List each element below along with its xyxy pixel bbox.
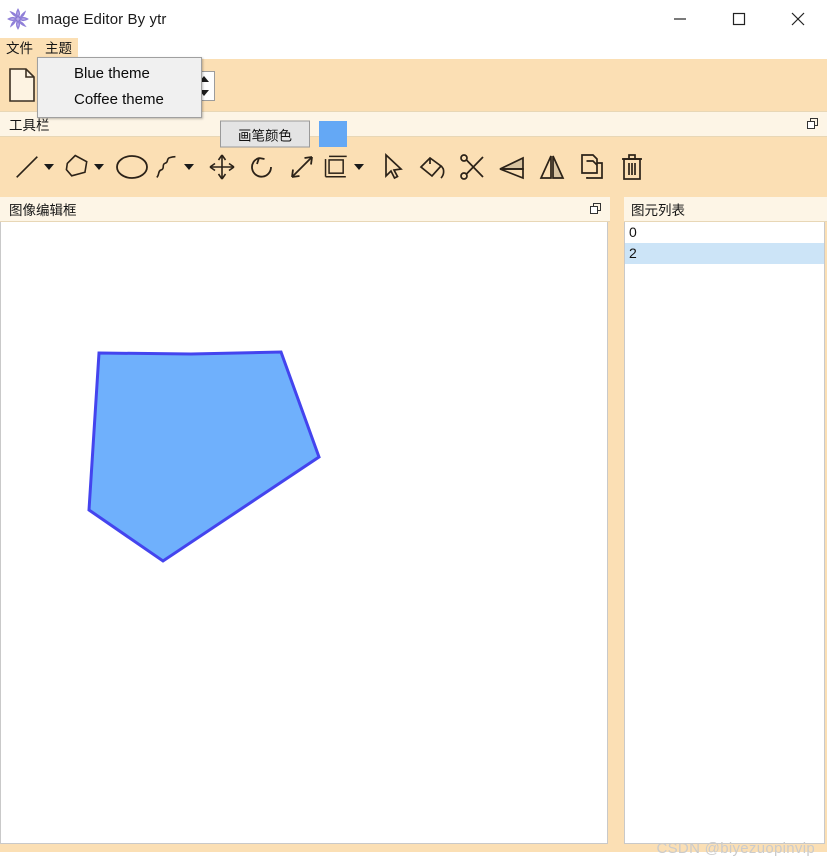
image-editor-title: 图像编辑框 — [9, 203, 77, 218]
menu-item-coffee-theme[interactable]: Coffee theme — [38, 87, 201, 113]
csdn-watermark: CSDN @biyezuopinvip — [656, 840, 815, 857]
polygon-tool-icon[interactable] — [62, 146, 92, 188]
title-bar: Image Editor By ytr — [0, 0, 827, 38]
list-item[interactable]: 0 — [625, 222, 824, 243]
primitive-listbox[interactable]: 0 2 — [624, 222, 825, 844]
move-tool-icon[interactable] — [202, 146, 242, 188]
polygon-shape — [87, 350, 321, 563]
fill-bucket-icon[interactable] — [412, 146, 452, 188]
primitive-list-title: 图元列表 — [631, 203, 685, 218]
copy-duplicate-icon[interactable] — [572, 146, 612, 188]
curve-tool-chevron-down-icon[interactable] — [182, 146, 196, 188]
line-tool-chevron-down-icon[interactable] — [42, 146, 56, 188]
scale-tool-icon[interactable] — [282, 146, 322, 188]
delete-trash-icon[interactable] — [612, 146, 652, 188]
window-title: Image Editor By ytr — [37, 10, 167, 28]
crop-tool-icon[interactable] — [322, 146, 352, 188]
document-page-icon[interactable] — [8, 68, 36, 102]
line-tool-icon[interactable] — [12, 146, 42, 188]
menu-bar: 文件 主题 — [0, 38, 827, 59]
maximize-button[interactable] — [709, 0, 768, 38]
primitive-list-header: 图元列表 — [624, 197, 827, 222]
image-editor-pane: 图像编辑框 — [0, 197, 610, 852]
tools-strip — [0, 137, 827, 197]
rotate-tool-icon[interactable] — [242, 146, 282, 188]
toolbar-float-restore-icon[interactable] — [807, 118, 819, 130]
polygon-tool-chevron-down-icon[interactable] — [92, 146, 106, 188]
window-controls — [650, 0, 827, 38]
theme-dropdown-menu: Blue theme Coffee theme — [37, 57, 202, 118]
pane-splitter[interactable] — [610, 197, 624, 852]
editor-float-restore-icon[interactable] — [590, 203, 602, 215]
minimize-button[interactable] — [650, 0, 709, 38]
primitive-list-pane: 图元列表 0 2 — [624, 197, 827, 852]
shear-tool-icon[interactable] — [492, 146, 532, 188]
list-item[interactable]: 2 — [625, 243, 824, 264]
main-area: 图像编辑框 图元列表 0 2 — [0, 197, 827, 852]
select-cursor-icon[interactable] — [372, 146, 412, 188]
close-button[interactable] — [768, 0, 827, 38]
menu-item-blue-theme[interactable]: Blue theme — [38, 61, 201, 87]
app-flower-asterisk-icon — [7, 8, 29, 30]
brush-color-button[interactable]: 画笔颜色 — [220, 120, 310, 148]
image-editor-header: 图像编辑框 — [0, 197, 610, 222]
menu-theme[interactable]: 主题 — [39, 38, 78, 59]
mirror-flip-icon[interactable] — [532, 146, 572, 188]
scissors-cut-icon[interactable] — [452, 146, 492, 188]
menu-file[interactable]: 文件 — [0, 38, 39, 59]
drawing-canvas[interactable] — [0, 222, 608, 844]
brush-color-swatch[interactable] — [319, 121, 347, 147]
ellipse-tool-icon[interactable] — [112, 146, 152, 188]
crop-tool-chevron-down-icon[interactable] — [352, 146, 366, 188]
curve-tool-icon[interactable] — [152, 146, 182, 188]
